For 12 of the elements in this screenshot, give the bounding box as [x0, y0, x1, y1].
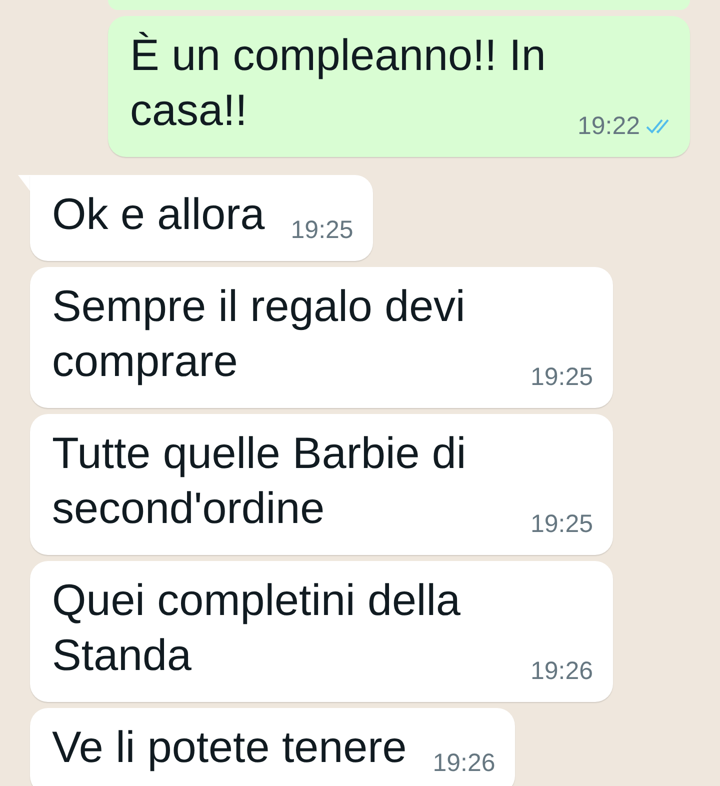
message-time: 19:22 [577, 113, 640, 139]
message-time: 19:25 [530, 364, 593, 390]
message-text: Ok e allora [52, 190, 265, 239]
message-text: Quei completini della Standa [52, 576, 460, 680]
message-text: È un compleanno!! In casa!! [130, 31, 546, 135]
message-time: 19:25 [290, 217, 354, 243]
message-text: Ve li potete tenere [52, 723, 407, 772]
message-time: 19:26 [530, 658, 593, 684]
message-time: 19:26 [432, 750, 496, 776]
message-text: Tutte quelle Barbie di second'ordine [52, 429, 466, 533]
message-time: 19:25 [530, 511, 593, 537]
message-text: Sempre il regalo devi comprare [52, 282, 466, 386]
